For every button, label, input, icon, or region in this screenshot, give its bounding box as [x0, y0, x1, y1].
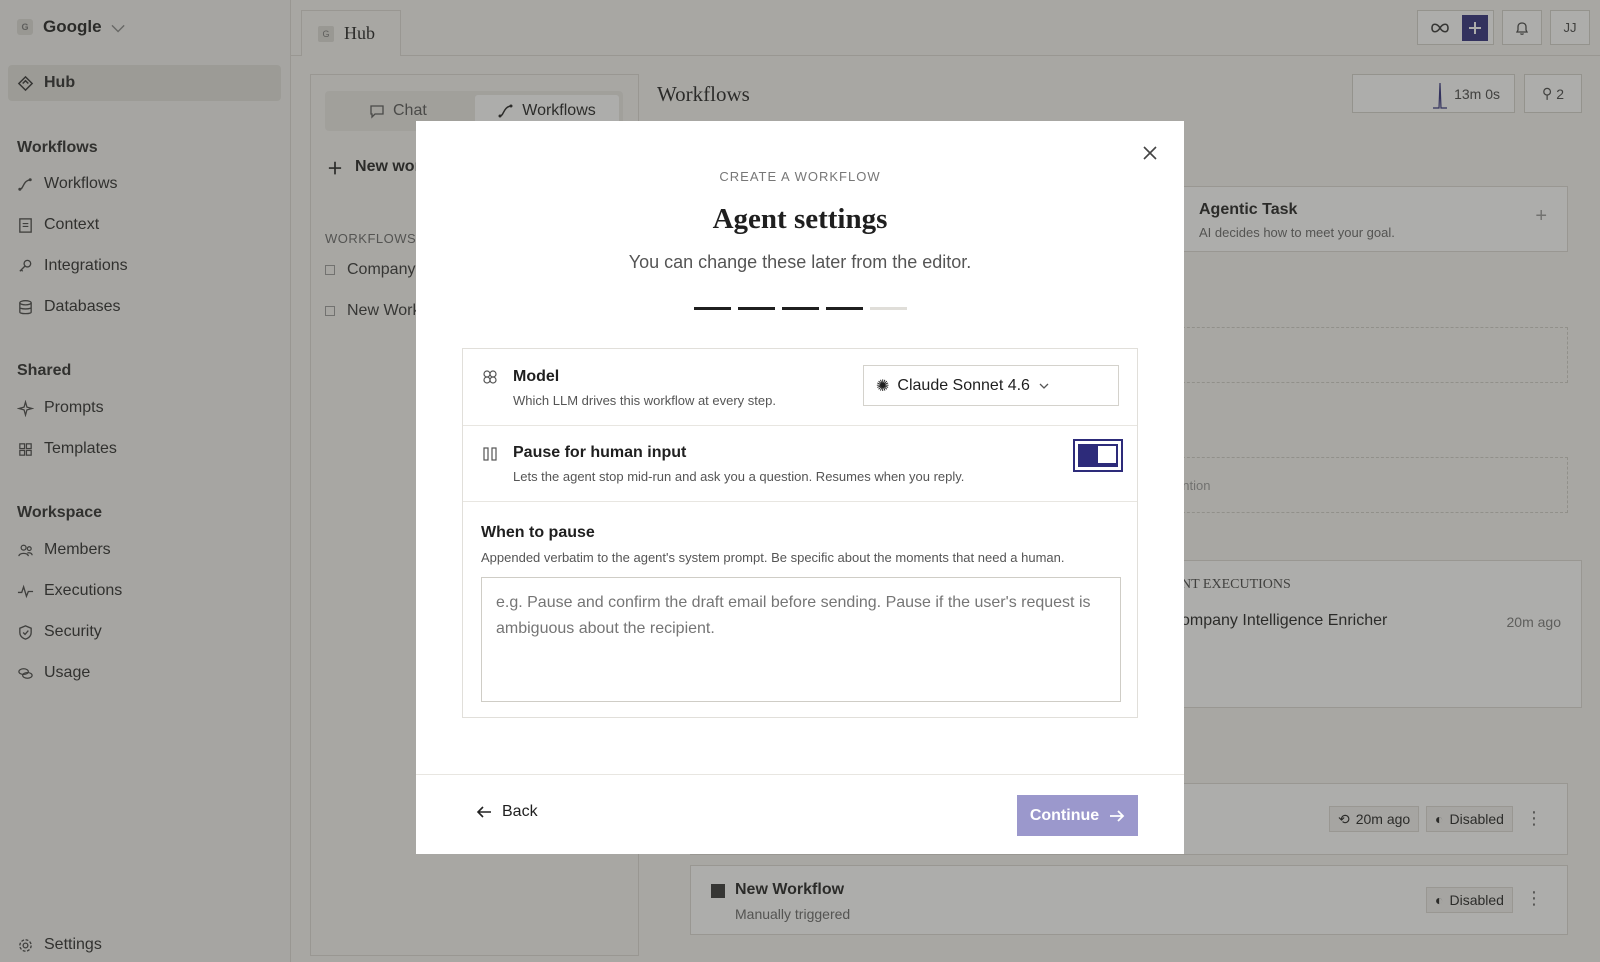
settings-panel: Model Which LLM drives this workflow at … [462, 348, 1138, 718]
step-indicator [694, 307, 907, 310]
back-label: Back [502, 803, 538, 820]
model-desc: Which LLM drives this workflow at every … [513, 393, 776, 408]
model-row: Model Which LLM drives this workflow at … [463, 349, 1137, 426]
when-desc: Appended verbatim to the agent's system … [481, 550, 1065, 565]
pause-desc: Lets the agent stop mid-run and ask you … [513, 469, 965, 484]
step-1 [694, 307, 731, 310]
anthropic-icon: ✺ [876, 377, 890, 395]
step-4 [826, 307, 863, 310]
modal-title: Agent settings [712, 203, 888, 235]
pause-row: Pause for human input Lets the agent sto… [463, 426, 1137, 502]
continue-button[interactable]: Continue [1017, 795, 1138, 836]
continue-label: Continue [1029, 806, 1100, 824]
step-5 [870, 307, 907, 310]
pause-toggle[interactable] [1073, 439, 1123, 472]
step-2 [738, 307, 775, 310]
pause-icon [483, 447, 497, 461]
model-value: Claude Sonnet 4.6 [897, 376, 1030, 394]
close-icon[interactable] [1140, 143, 1160, 163]
back-button[interactable]: Back [476, 803, 538, 821]
toggle-track [1078, 444, 1118, 467]
arrow-right-icon [1110, 809, 1125, 822]
modal-eyebrow: CREATE A WORKFLOW [719, 169, 881, 184]
step-3 [782, 307, 819, 310]
pause-title: Pause for human input [513, 444, 687, 461]
chevron-down-icon [1039, 383, 1049, 389]
toggle-knob [1098, 446, 1116, 463]
arrow-left-icon [476, 806, 491, 818]
when-title: When to pause [481, 524, 595, 541]
model-icon [483, 370, 497, 384]
when-to-pause-input[interactable] [481, 577, 1121, 702]
create-workflow-modal: CREATE A WORKFLOW Agent settings You can… [416, 121, 1184, 854]
modal-footer: Back Continue [416, 774, 1184, 854]
modal-subtitle: You can change these later from the edit… [628, 252, 972, 272]
model-select[interactable]: ✺ Claude Sonnet 4.6 [863, 365, 1119, 406]
model-title: Model [513, 368, 560, 385]
